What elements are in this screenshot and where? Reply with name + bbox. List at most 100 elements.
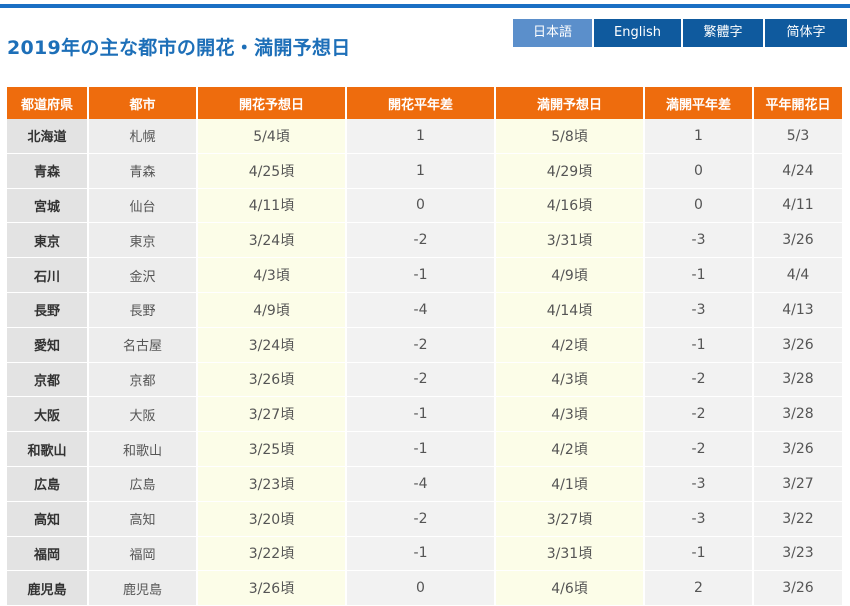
cell-bloom-diff: -1 — [347, 397, 496, 433]
cell-prefecture: 福岡 — [7, 536, 89, 572]
cell-full-bloom-diff: -3 — [645, 223, 754, 259]
cell-full-bloom-forecast: 5/8頃 — [496, 119, 645, 154]
lang-button-english[interactable]: English — [594, 19, 681, 47]
cell-full-bloom-diff: -1 — [645, 536, 754, 572]
table-row: 大阪 大阪 3/27頃 -1 4/3頃 -2 3/28 — [7, 397, 842, 433]
cell-full-bloom-forecast: 4/14頃 — [496, 292, 645, 328]
cell-bloom-diff: -2 — [347, 223, 496, 259]
cell-city: 福岡 — [89, 536, 198, 572]
cell-bloom-diff: -1 — [347, 536, 496, 572]
header-bloom-diff: 開花平年差 — [347, 87, 496, 119]
cell-full-bloom-forecast: 3/27頃 — [496, 501, 645, 537]
cell-full-bloom-forecast: 4/9頃 — [496, 258, 645, 293]
header-prefecture: 都道府県 — [7, 87, 89, 119]
cell-full-bloom-diff: 2 — [645, 571, 754, 606]
lang-button-japanese[interactable]: 日本語 — [513, 19, 592, 47]
table-row: 鹿児島 鹿児島 3/26頃 0 4/6頃 2 3/26 — [7, 571, 842, 606]
cell-prefecture: 東京 — [7, 223, 89, 259]
cell-bloom-forecast: 4/11頃 — [198, 188, 347, 224]
cell-bloom-diff: -2 — [347, 362, 496, 398]
cell-normal-bloom-date: 3/28 — [754, 362, 842, 398]
header-city: 都市 — [89, 87, 198, 119]
cell-city: 札幌 — [89, 119, 198, 154]
lang-button-traditional-chinese[interactable]: 繁體字 — [683, 19, 763, 47]
cell-bloom-forecast: 5/4頃 — [198, 119, 347, 154]
cell-normal-bloom-date: 5/3 — [754, 119, 842, 154]
cell-city: 青森 — [89, 153, 198, 189]
cell-bloom-forecast: 3/22頃 — [198, 536, 347, 572]
table-row: 石川 金沢 4/3頃 -1 4/9頃 -1 4/4 — [7, 258, 842, 293]
cell-prefecture: 広島 — [7, 466, 89, 502]
table-row: 広島 広島 3/23頃 -4 4/1頃 -3 3/27 — [7, 466, 842, 502]
cell-bloom-forecast: 4/9頃 — [198, 292, 347, 328]
cell-normal-bloom-date: 3/26 — [754, 432, 842, 467]
cell-full-bloom-diff: -2 — [645, 397, 754, 433]
cell-full-bloom-forecast: 4/1頃 — [496, 466, 645, 502]
cell-city: 大阪 — [89, 397, 198, 433]
header-full-bloom-forecast: 満開予想日 — [496, 87, 645, 119]
cell-normal-bloom-date: 3/26 — [754, 223, 842, 259]
table-row: 京都 京都 3/26頃 -2 4/3頃 -2 3/28 — [7, 362, 842, 398]
table-row: 東京 東京 3/24頃 -2 3/31頃 -3 3/26 — [7, 223, 842, 259]
cell-bloom-diff: -4 — [347, 466, 496, 502]
cell-full-bloom-diff: 1 — [645, 119, 754, 154]
cell-normal-bloom-date: 3/27 — [754, 466, 842, 502]
cell-full-bloom-diff: 0 — [645, 188, 754, 224]
cell-city: 鹿児島 — [89, 571, 198, 606]
table-row: 北海道 札幌 5/4頃 1 5/8頃 1 5/3 — [7, 119, 842, 154]
cell-full-bloom-forecast: 3/31頃 — [496, 536, 645, 572]
cell-bloom-diff: -2 — [347, 327, 496, 363]
lang-button-simplified-chinese[interactable]: 简体字 — [765, 19, 847, 47]
cell-full-bloom-diff: -2 — [645, 432, 754, 467]
cell-bloom-diff: 0 — [347, 571, 496, 606]
header-normal-bloom-date: 平年開花日 — [754, 87, 842, 119]
cell-bloom-forecast: 3/20頃 — [198, 501, 347, 537]
table-header-row: 都道府県 都市 開花予想日 開花平年差 満開予想日 満開平年差 平年開花日 — [7, 87, 842, 119]
cell-normal-bloom-date: 3/28 — [754, 397, 842, 433]
top-accent-bar — [0, 4, 850, 8]
table-row: 高知 高知 3/20頃 -2 3/27頃 -3 3/22 — [7, 501, 842, 537]
cell-full-bloom-diff: 0 — [645, 153, 754, 189]
table-row: 和歌山 和歌山 3/25頃 -1 4/2頃 -2 3/26 — [7, 432, 842, 467]
cell-full-bloom-diff: -3 — [645, 292, 754, 328]
cell-bloom-forecast: 4/3頃 — [198, 258, 347, 293]
cell-full-bloom-forecast: 4/3頃 — [496, 362, 645, 398]
cell-bloom-forecast: 3/27頃 — [198, 397, 347, 433]
cell-bloom-diff: 0 — [347, 188, 496, 224]
cell-bloom-diff: -1 — [347, 432, 496, 467]
cell-prefecture: 鹿児島 — [7, 571, 89, 606]
cell-bloom-diff: 1 — [347, 119, 496, 154]
cell-bloom-forecast: 4/25頃 — [198, 153, 347, 189]
cell-city: 広島 — [89, 466, 198, 502]
cell-city: 京都 — [89, 362, 198, 398]
forecast-table: 都道府県 都市 開花予想日 開花平年差 満開予想日 満開平年差 平年開花日 北海… — [7, 87, 842, 606]
table-row: 長野 長野 4/9頃 -4 4/14頃 -3 4/13 — [7, 292, 842, 328]
cell-bloom-diff: -4 — [347, 292, 496, 328]
table-row: 愛知 名古屋 3/24頃 -2 4/2頃 -1 3/26 — [7, 327, 842, 363]
cell-bloom-forecast: 3/26頃 — [198, 571, 347, 606]
cell-city: 長野 — [89, 292, 198, 328]
cell-bloom-forecast: 3/23頃 — [198, 466, 347, 502]
page-title: 2019年の主な都市の開花・満開予想日 — [7, 37, 351, 59]
cell-prefecture: 北海道 — [7, 119, 89, 154]
cell-full-bloom-diff: -2 — [645, 362, 754, 398]
cell-full-bloom-forecast: 4/2頃 — [496, 327, 645, 363]
cell-full-bloom-forecast: 4/3頃 — [496, 397, 645, 433]
cell-prefecture: 石川 — [7, 258, 89, 293]
cell-bloom-forecast: 3/26頃 — [198, 362, 347, 398]
cell-normal-bloom-date: 3/26 — [754, 327, 842, 363]
cell-prefecture: 和歌山 — [7, 432, 89, 467]
table-row: 福岡 福岡 3/22頃 -1 3/31頃 -1 3/23 — [7, 536, 842, 572]
cell-normal-bloom-date: 4/4 — [754, 258, 842, 293]
cell-full-bloom-forecast: 4/6頃 — [496, 571, 645, 606]
cell-city: 名古屋 — [89, 327, 198, 363]
cell-full-bloom-forecast: 4/16頃 — [496, 188, 645, 224]
cell-bloom-diff: -1 — [347, 258, 496, 293]
cell-full-bloom-diff: -3 — [645, 501, 754, 537]
cell-normal-bloom-date: 4/24 — [754, 153, 842, 189]
table-row: 青森 青森 4/25頃 1 4/29頃 0 4/24 — [7, 153, 842, 189]
cell-prefecture: 愛知 — [7, 327, 89, 363]
cell-normal-bloom-date: 3/23 — [754, 536, 842, 572]
table-row: 宮城 仙台 4/11頃 0 4/16頃 0 4/11 — [7, 188, 842, 224]
cell-full-bloom-forecast: 4/2頃 — [496, 432, 645, 467]
